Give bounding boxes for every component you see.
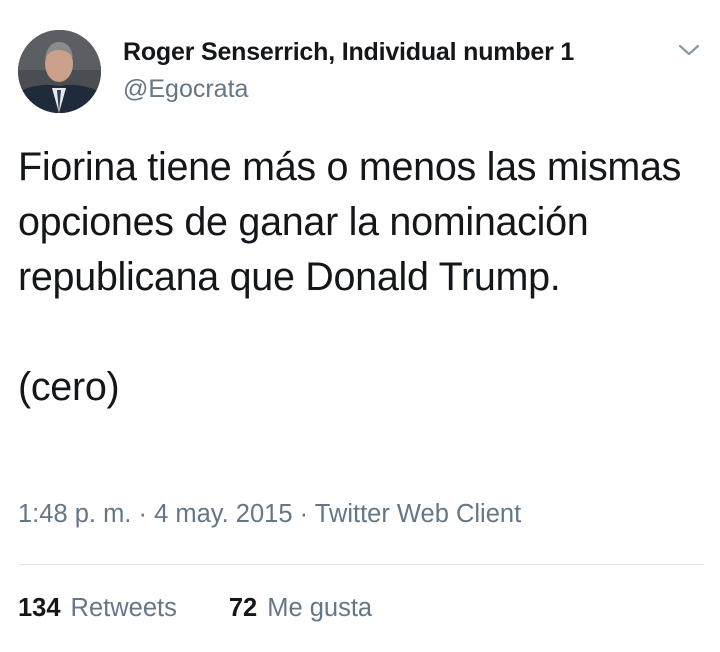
likes-stat[interactable]: 72 Me gusta	[229, 594, 372, 623]
retweets-label: Retweets	[70, 594, 177, 622]
likes-label: Me gusta	[267, 594, 373, 622]
avatar[interactable]	[18, 30, 101, 113]
tweet-stats: 134 Retweets 72 Me gusta	[18, 594, 372, 623]
tweet-time[interactable]: 1:48 p. m.	[18, 500, 131, 528]
meta-separator: ·	[131, 500, 155, 528]
tweet-source[interactable]: Twitter Web Client	[315, 500, 521, 528]
tweet-text: Fiorina tiene más o menos las mismas opc…	[18, 145, 682, 409]
meta-separator: ·	[292, 500, 315, 528]
retweets-count: 134	[18, 594, 61, 622]
tweet-date[interactable]: 4 may. 2015	[154, 500, 292, 528]
likes-count: 72	[228, 594, 258, 622]
tweet-metadata: 1:48 p. m. · 4 may. 2015 · Twitter Web C…	[18, 500, 521, 529]
author-name[interactable]: Roger Senserrich, Individual number 1	[123, 38, 574, 67]
author-handle[interactable]: @Egocrata	[123, 75, 248, 104]
profile-photo	[18, 30, 101, 113]
retweets-stat[interactable]: 134 Retweets	[18, 594, 177, 623]
divider	[18, 564, 704, 565]
chevron-down-icon[interactable]	[676, 40, 702, 60]
